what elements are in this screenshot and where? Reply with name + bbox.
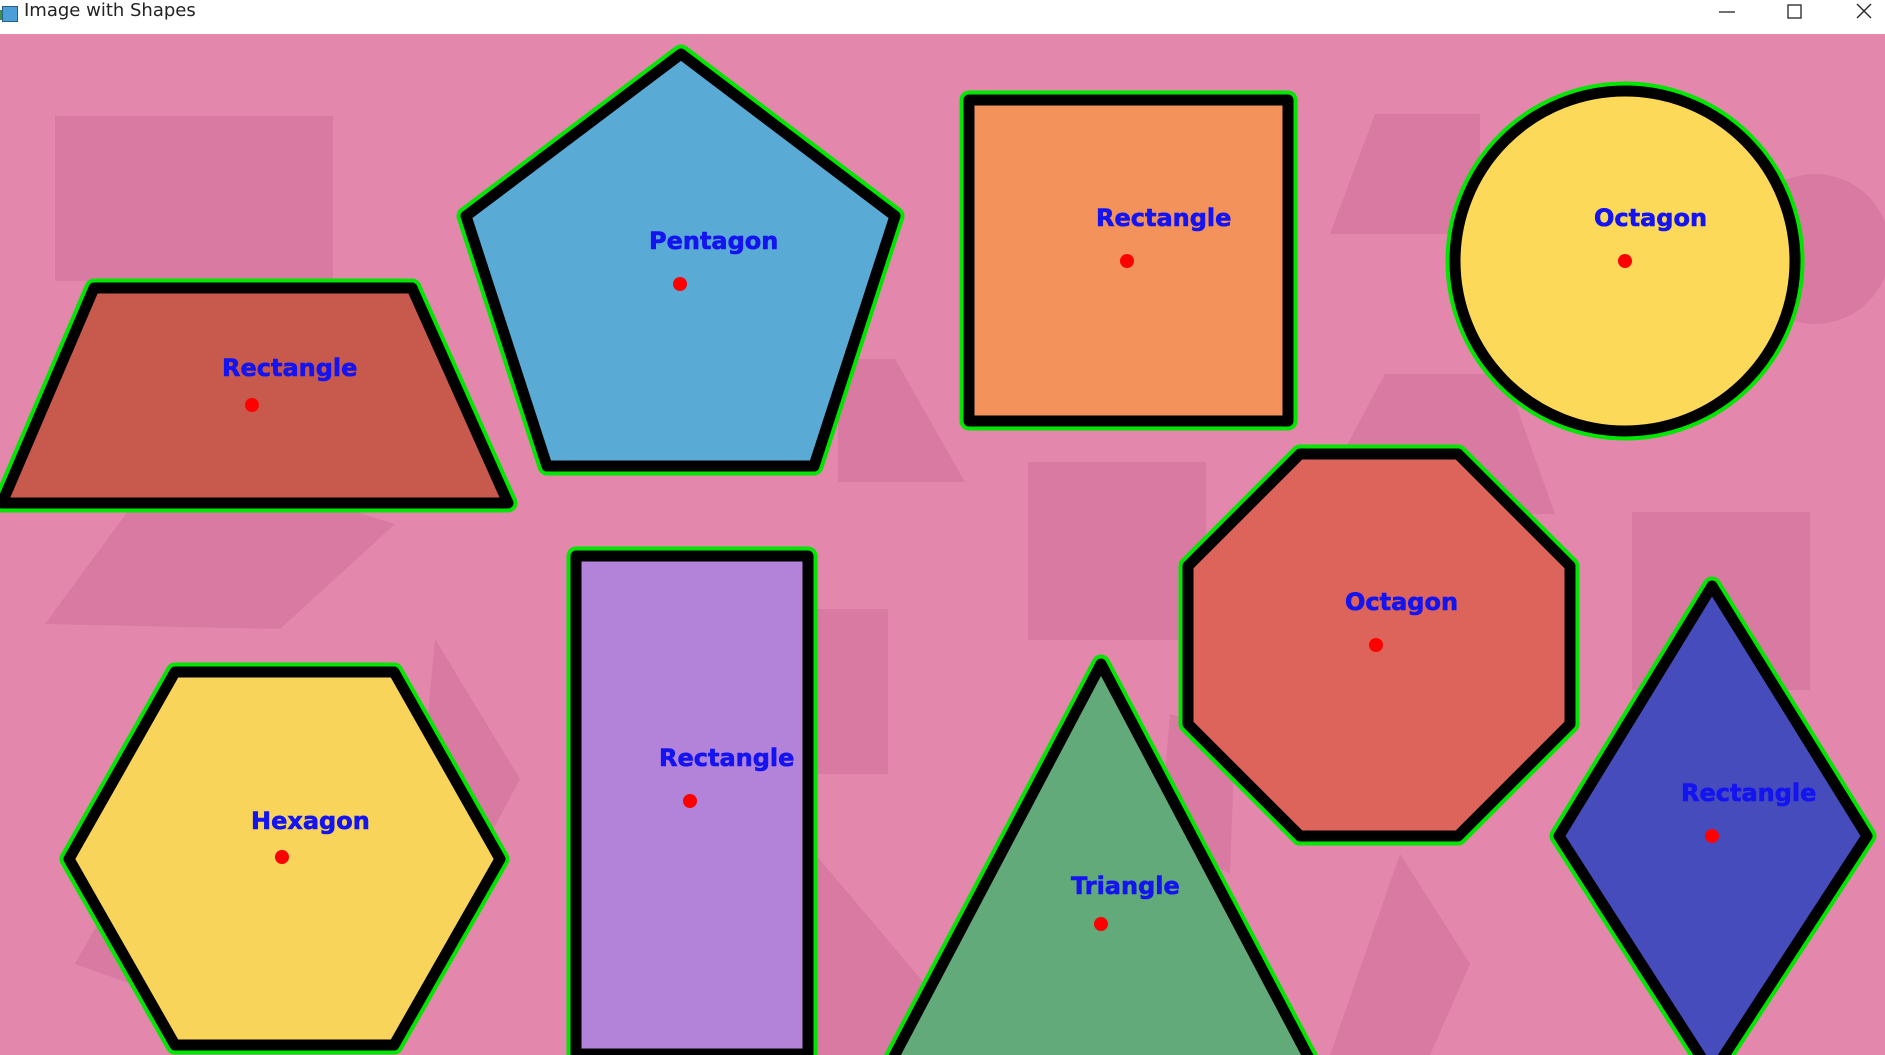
maximize-button[interactable] xyxy=(1763,0,1833,26)
minimize-button[interactable] xyxy=(1695,0,1765,26)
shape-label: Rectangle xyxy=(1096,204,1231,232)
centroid-dot xyxy=(1705,829,1719,843)
shape-label: Pentagon xyxy=(649,227,778,255)
shape-tall-rectangle: Rectangle xyxy=(566,546,818,1055)
shape-label: Rectangle xyxy=(659,744,794,772)
shape-label: Rectangle xyxy=(222,354,357,382)
close-icon xyxy=(1856,3,1872,19)
shape-label: Octagon xyxy=(1345,588,1458,616)
window-title: Image with Shapes xyxy=(24,0,196,21)
maximize-icon xyxy=(1787,4,1802,19)
centroid-dot xyxy=(275,850,289,864)
shape-label: Hexagon xyxy=(251,807,370,835)
shape-label: Octagon xyxy=(1594,204,1707,232)
ghost-rectangle xyxy=(55,116,333,281)
shape-label: Triangle xyxy=(1071,872,1180,900)
centroid-dot xyxy=(1369,638,1383,652)
shape-label: Rectangle xyxy=(1681,779,1816,807)
shape-square: Rectangle xyxy=(959,90,1298,431)
app-icon xyxy=(0,4,18,22)
minimize-icon xyxy=(1719,11,1735,13)
shapes-image: Rectangle Pentagon Rectangle Octagon Hex… xyxy=(0,34,1885,1055)
close-button[interactable] xyxy=(1832,0,1885,26)
shape-body xyxy=(0,282,514,509)
title-bar: Image with Shapes xyxy=(0,0,1885,34)
shape-hexagon: Hexagon xyxy=(59,662,510,1055)
centroid-dot xyxy=(1120,254,1134,268)
shape-circle: Octagon xyxy=(1445,81,1805,441)
centroid-dot xyxy=(683,794,697,808)
centroid-dot xyxy=(245,398,259,412)
shape-octagon: Octagon xyxy=(1178,444,1580,846)
centroid-dot xyxy=(1094,917,1108,931)
centroid-dot xyxy=(673,277,687,291)
centroid-dot xyxy=(1618,254,1632,268)
shape-trapezoid: Rectangle xyxy=(0,278,518,513)
